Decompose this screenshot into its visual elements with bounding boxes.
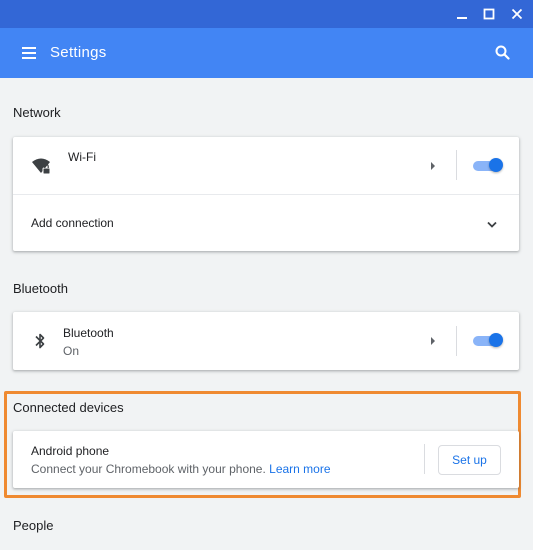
bluetooth-toggle[interactable] (473, 333, 503, 349)
toggle-knob (489, 158, 503, 172)
bluetooth-status: On (63, 344, 80, 358)
divider (456, 326, 457, 356)
chevron-down-icon[interactable] (486, 217, 498, 228)
set-up-button[interactable]: Set up (438, 445, 501, 475)
people-section-title: People (13, 518, 54, 533)
divider (456, 150, 457, 180)
bluetooth-label: Bluetooth (63, 326, 114, 340)
add-connection-row[interactable]: Add connection (13, 195, 519, 251)
divider (424, 444, 425, 474)
minimize-icon[interactable] (452, 4, 472, 24)
bluetooth-icon (33, 331, 47, 351)
learn-more-link[interactable]: Learn more (269, 462, 330, 476)
connected-devices-section-title: Connected devices (13, 400, 124, 415)
wifi-toggle[interactable] (473, 158, 503, 174)
network-section-title: Network (13, 105, 61, 120)
network-card: Wi-Fi Add connection (13, 137, 519, 251)
wifi-label: Wi-Fi (68, 150, 96, 164)
toggle-knob (489, 333, 503, 347)
menu-icon[interactable] (20, 43, 40, 63)
wifi-locked-icon (31, 156, 53, 176)
close-icon[interactable] (507, 4, 527, 24)
description-text: Connect your Chromebook with your phone. (31, 462, 266, 476)
search-icon[interactable] (492, 42, 514, 64)
bluetooth-row[interactable]: Bluetooth On (13, 312, 519, 370)
wifi-arrow-icon[interactable] (431, 162, 435, 170)
android-phone-label: Android phone (31, 444, 110, 458)
window-titlebar (0, 0, 533, 28)
bluetooth-section-title: Bluetooth (13, 281, 68, 296)
settings-appbar: Settings (0, 28, 533, 78)
page-title: Settings (50, 44, 107, 61)
bluetooth-card: Bluetooth On (13, 312, 519, 370)
maximize-icon[interactable] (479, 4, 499, 24)
wifi-row[interactable]: Wi-Fi (13, 137, 519, 194)
bluetooth-arrow-icon[interactable] (431, 337, 435, 345)
connected-devices-card: Android phone Connect your Chromebook wi… (13, 431, 519, 488)
add-connection-label: Add connection (31, 216, 114, 230)
android-phone-description: Connect your Chromebook with your phone.… (31, 462, 331, 476)
android-phone-row: Android phone Connect your Chromebook wi… (13, 431, 519, 488)
